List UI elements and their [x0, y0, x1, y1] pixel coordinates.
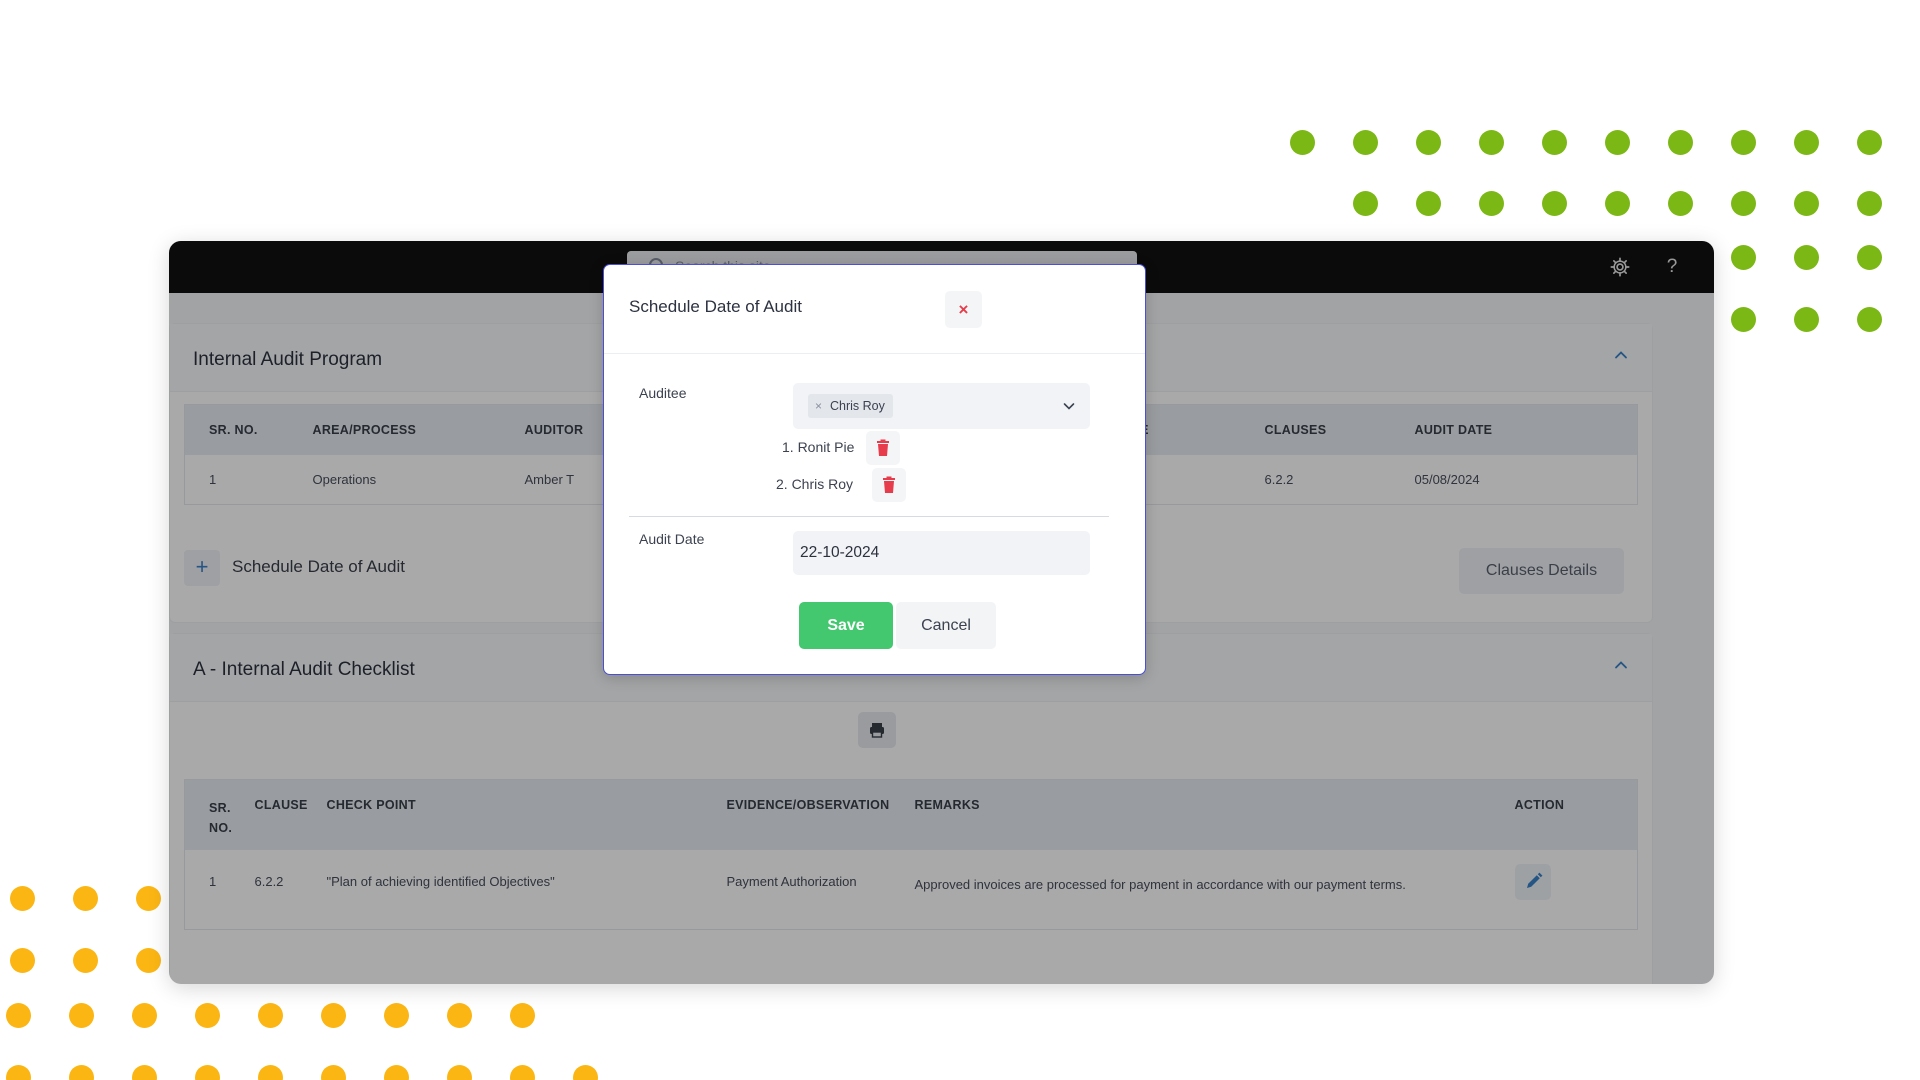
decor-dot [1794, 130, 1819, 155]
decor-dot [384, 1065, 409, 1080]
decor-dot [136, 948, 161, 973]
trash-icon [883, 476, 895, 493]
auditee-label: Auditee [639, 385, 687, 401]
decor-dot [1668, 130, 1693, 155]
decor-dot [1542, 130, 1567, 155]
decor-dot [1794, 307, 1819, 332]
decor-dot [1857, 245, 1882, 270]
decor-dot [510, 1003, 535, 1028]
decor-dot [195, 1003, 220, 1028]
chevron-down-icon[interactable] [1062, 399, 1076, 413]
schedule-date-modal: Schedule Date of Audit × Auditee × Chris… [603, 264, 1146, 675]
audit-date-input[interactable] [793, 531, 1090, 575]
decor-dot [1668, 191, 1693, 216]
divider [604, 353, 1145, 354]
decor-dot [1353, 130, 1378, 155]
close-icon: × [958, 300, 969, 319]
decor-dot [1731, 245, 1756, 270]
decor-dot [73, 886, 98, 911]
decor-dot [1794, 191, 1819, 216]
decor-dot [321, 1065, 346, 1080]
selected-auditee-chip: × Chris Roy [808, 394, 893, 418]
decor-dot [1857, 307, 1882, 332]
decor-dot [1794, 245, 1819, 270]
decor-dot [6, 1065, 31, 1080]
auditee-list-item: 2. Chris Roy [776, 476, 854, 492]
cancel-button[interactable]: Cancel [896, 602, 996, 649]
decor-dot [6, 1003, 31, 1028]
auditee-select[interactable]: × Chris Roy [793, 383, 1090, 429]
auditee-list-item: 1. Ronit Pie [782, 439, 855, 455]
decor-dot [1857, 191, 1882, 216]
chip-remove-icon[interactable]: × [815, 394, 822, 418]
chip-label: Chris Roy [830, 399, 885, 413]
decor-dot [1416, 191, 1441, 216]
decor-dot [1479, 191, 1504, 216]
close-button[interactable]: × [945, 291, 982, 328]
page: Search this site ? Internal Audit Progra… [0, 0, 1920, 1080]
decor-dot [1857, 130, 1882, 155]
decor-dot [1353, 191, 1378, 216]
save-button[interactable]: Save [799, 602, 893, 649]
decor-dot [573, 1065, 598, 1080]
decor-dot [136, 886, 161, 911]
decor-dot [1605, 191, 1630, 216]
divider [629, 516, 1109, 517]
delete-auditee-button[interactable] [866, 431, 900, 465]
decor-dot [510, 1065, 535, 1080]
decor-dot [1542, 191, 1567, 216]
decor-dot [447, 1003, 472, 1028]
decor-dot [384, 1003, 409, 1028]
trash-icon [877, 439, 889, 456]
decor-dot [69, 1003, 94, 1028]
modal-title: Schedule Date of Audit [629, 297, 802, 316]
decor-dot [1731, 307, 1756, 332]
decor-dot [321, 1003, 346, 1028]
decor-dot [10, 948, 35, 973]
decor-dot [132, 1065, 157, 1080]
decor-dot [258, 1003, 283, 1028]
decor-dot [1731, 191, 1756, 216]
decor-dot [1731, 130, 1756, 155]
delete-auditee-button[interactable] [872, 468, 906, 502]
decor-dot [69, 1065, 94, 1080]
decor-dot [1479, 130, 1504, 155]
decor-dot [258, 1065, 283, 1080]
decor-dot [10, 886, 35, 911]
audit-date-label: Audit Date [639, 531, 705, 547]
decor-dot [1290, 130, 1315, 155]
decor-dot [73, 948, 98, 973]
decor-dot [1416, 130, 1441, 155]
decor-dot [447, 1065, 472, 1080]
decor-dot [195, 1065, 220, 1080]
decor-dot [132, 1003, 157, 1028]
decor-dot [1605, 130, 1630, 155]
